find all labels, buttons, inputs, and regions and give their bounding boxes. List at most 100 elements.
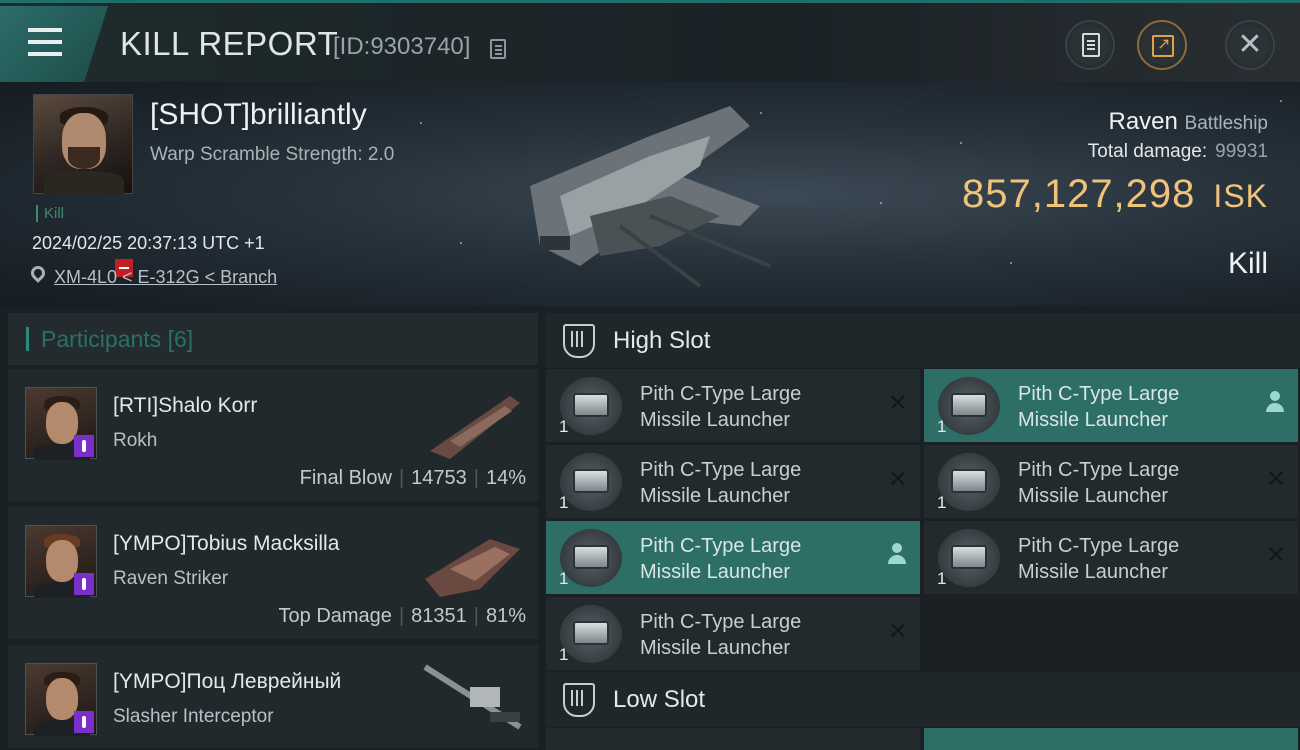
participants-label: Participants [6] (41, 326, 193, 353)
fitting-item[interactable]: 1 Pith C-Type Large Missile Launcher ✕ (924, 521, 1298, 594)
participant-card[interactable]: [RTI]Shalo Korr Rokh Final Blow | 14753 | 14… (8, 369, 538, 503)
item-name-line2: Missile Launcher (1018, 409, 1169, 431)
dropped-user-icon (1266, 391, 1284, 413)
isk-amount: 857,127,298 (961, 172, 1196, 216)
clipboard-icon (1082, 33, 1100, 57)
item-name: Pith C-Type Large Missile Launcher (640, 381, 870, 433)
item-name: Pith C-Type Large Missile Launcher (640, 609, 870, 661)
total-damage-value: 99931 (1215, 141, 1268, 162)
header-bar: KILL REPORT [ID:9303740] ✕ (0, 0, 1300, 82)
destroyed-icon: ✕ (1265, 541, 1286, 569)
item-quantity: 1 (937, 493, 947, 512)
item-name-line1: Pith C-Type Large (640, 459, 802, 481)
victim-banner: [SHOT]brilliantly Warp Scramble Strength… (0, 82, 1300, 307)
missile-launcher-icon (560, 605, 622, 663)
security-status-icon (74, 573, 94, 595)
victim-ship-name[interactable]: Raven Battleship (1109, 108, 1269, 136)
fitting-item[interactable]: 1 Pith C-Type Large Missile Launcher ✕ (546, 445, 920, 518)
menu-button[interactable] (0, 6, 108, 82)
item-name-line2: Missile Launcher (640, 409, 791, 431)
close-icon: ✕ (1237, 27, 1263, 62)
item-quantity: 1 (937, 417, 947, 436)
item-name: Pith C-Type Large Missile Launcher (640, 457, 870, 509)
isk-unit: ISK (1213, 178, 1268, 214)
share-icon (1152, 34, 1174, 57)
participants-header[interactable]: Participants [6] (8, 313, 538, 365)
participants-count: [6] (167, 326, 194, 352)
high-slot-header[interactable]: High Slot (545, 313, 1300, 368)
location-pin-icon (28, 263, 48, 283)
missile-launcher-icon (938, 453, 1000, 511)
dropped-user-icon (888, 543, 906, 565)
item-name-line2: Missile Launcher (1018, 485, 1169, 507)
close-button[interactable]: ✕ (1225, 20, 1275, 70)
item-name: Pith C-Type Large Missile Launcher (640, 533, 870, 585)
copy-id-icon[interactable] (490, 39, 506, 59)
victim-avatar[interactable] (33, 94, 133, 195)
fitting-item[interactable]: 1 Pith C-Type Large Missile Launcher (546, 521, 920, 594)
item-quantity: 1 (559, 645, 569, 664)
fitting-item[interactable]: 1 Pith C-Type Large Missile Launcher ✕ (924, 445, 1298, 518)
participant-name: [RTI]Shalo Korr (113, 394, 258, 417)
item-name-line1: Pith C-Type Large (640, 383, 802, 405)
item-name-line1: Pith C-Type Large (1018, 383, 1180, 405)
item-name: Pith C-Type Large Missile Launcher (1018, 381, 1248, 433)
missile-launcher-icon (938, 377, 1000, 435)
fitting-item[interactable] (546, 728, 920, 750)
report-id: [ID:9303740] (333, 33, 471, 60)
missile-launcher-icon (560, 529, 622, 587)
victim-ship-image (530, 106, 771, 288)
security-status-icon (74, 435, 94, 457)
item-name-line2: Missile Launcher (640, 637, 791, 659)
item-name-line1: Pith C-Type Large (640, 611, 802, 633)
missile-launcher-icon (938, 529, 1000, 587)
item-quantity: 1 (937, 569, 947, 588)
missile-launcher-icon (560, 453, 622, 511)
kill-result: Kill (1227, 247, 1268, 280)
participant-percent: 81% (485, 605, 526, 627)
destroyed-icon: ✕ (887, 465, 908, 493)
location-link[interactable]: XM-4L0 < E-312G < Branch (54, 267, 277, 288)
item-name-line1: Pith C-Type Large (1018, 459, 1180, 481)
item-name-line2: Missile Launcher (640, 485, 791, 507)
destroyed-icon: ✕ (887, 389, 908, 417)
missile-launcher-icon (560, 377, 622, 435)
item-quantity: 1 (559, 569, 569, 588)
fitting-item[interactable]: 1 Pith C-Type Large Missile Launcher ✕ (546, 597, 920, 670)
participant-stats: Top Damage | 81351 | 81% (278, 605, 526, 627)
participant-percent: 14% (485, 467, 526, 489)
participant-card[interactable]: [YMPO]Поц Леврейный Slasher Interceptor (8, 645, 538, 750)
participant-card[interactable]: [YMPO]Tobius Macksilla Raven Striker Top… (8, 507, 538, 641)
kill-tag: Kill (36, 205, 64, 222)
total-damage: Total damage: 99931 (1088, 141, 1268, 163)
participant-name: [YMPO]Поц Леврейный (113, 670, 342, 693)
item-name-line2: Missile Launcher (1018, 561, 1169, 583)
fitting-item[interactable]: 1 Pith C-Type Large Missile Launcher (924, 369, 1298, 442)
item-name-line1: Pith C-Type Large (640, 535, 802, 557)
fitting-item[interactable]: 1 Pith C-Type Large Missile Launcher ✕ (546, 369, 920, 442)
share-button[interactable] (1137, 20, 1187, 70)
total-damage-label: Total damage: (1087, 141, 1208, 162)
hamburger-icon (28, 28, 62, 64)
participant-ship: Rokh (113, 430, 158, 451)
item-name-line1: Pith C-Type Large (1018, 535, 1180, 557)
high-slot-icon (563, 324, 595, 358)
fitting-item[interactable] (924, 728, 1298, 750)
low-slot-header[interactable]: Low Slot (545, 672, 1300, 727)
ship-class-text: Battleship (1184, 113, 1268, 134)
item-name: Pith C-Type Large Missile Launcher (1018, 533, 1248, 585)
clipboard-button[interactable] (1065, 20, 1115, 70)
participant-stats: Final Blow | 14753 | 14% (299, 467, 526, 489)
destroyed-icon: ✕ (1265, 465, 1286, 493)
high-slot-title: High Slot (613, 327, 711, 354)
low-slot-icon (563, 683, 595, 717)
kill-timestamp: 2024/02/25 20:37:13 UTC +1 (32, 233, 265, 253)
participant-damage: 81351 (411, 605, 467, 627)
victim-name[interactable]: [SHOT]brilliantly (150, 98, 367, 132)
item-quantity: 1 (559, 417, 569, 436)
participant-name: [YMPO]Tobius Macksilla (113, 532, 340, 555)
security-status-icon (74, 711, 94, 733)
participant-ship-image (423, 664, 522, 730)
participant-role: Final Blow (299, 467, 392, 489)
participant-role: Top Damage (278, 605, 392, 627)
